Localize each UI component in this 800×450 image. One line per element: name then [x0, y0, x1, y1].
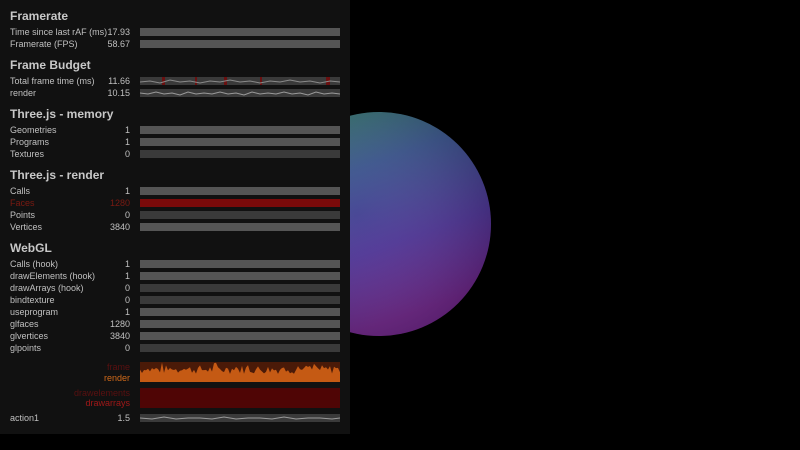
stat-label: Textures [10, 149, 45, 159]
graph-label-render: render [103, 373, 130, 383]
render-graph [140, 362, 340, 382]
stat-bar [140, 223, 340, 231]
stat-bar [140, 284, 340, 292]
stat-label: Programs [10, 137, 50, 147]
stat-value: 1 [124, 125, 130, 135]
stat-label: action1 [10, 413, 40, 423]
stat-bar [140, 150, 340, 158]
stats-panel: Framerate Time since last rAF (ms) 17.93… [0, 0, 350, 434]
stat-bar [140, 40, 340, 48]
graph-label-frame: frame [106, 362, 130, 372]
stat-row-programs: Programs 1 [0, 136, 350, 148]
stat-row-useprogram: useprogram 1 [0, 306, 350, 318]
stat-label: bindtexture [10, 295, 55, 305]
stat-value: 0 [124, 149, 130, 159]
section-title-render: Three.js - render [10, 168, 105, 182]
frame-time-sparkline [140, 77, 340, 85]
stat-value: 11.66 [108, 76, 130, 86]
stat-bar [140, 344, 340, 352]
section-title-webgl: WebGL [10, 241, 52, 255]
stat-value: 0 [124, 295, 130, 305]
stat-value: 0 [124, 343, 130, 353]
stat-value: 0 [124, 210, 130, 220]
stat-bar [140, 211, 340, 219]
stat-label: render [10, 88, 37, 98]
section-title-frame-budget: Frame Budget [10, 58, 91, 72]
stat-row-fps: Framerate (FPS) 58.67 [0, 38, 350, 50]
stat-bar [140, 332, 340, 340]
stat-value: 3840 [109, 222, 130, 232]
stat-label: Points [10, 210, 36, 220]
graph-label-drawarrays: drawarrays [85, 398, 130, 408]
stat-label: glpoints [10, 343, 42, 353]
stat-row-calls-hook: Calls (hook) 1 [0, 258, 350, 270]
stat-row-drawarrays-hook: drawArrays (hook) 0 [0, 282, 350, 294]
stat-value: 17.93 [107, 27, 130, 37]
stat-row-points: Points 0 [0, 209, 350, 221]
stat-row-drawelements-hook: drawElements (hook) 1 [0, 270, 350, 282]
stat-label: drawArrays (hook) [10, 283, 84, 293]
stat-value: 3840 [109, 331, 130, 341]
stat-label: Total frame time (ms) [10, 76, 95, 86]
stat-bar [140, 260, 340, 268]
stat-row-vertices: Vertices 3840 [0, 221, 350, 233]
stat-row-raf-time: Time since last rAF (ms) 17.93 [0, 26, 350, 38]
stat-value: 1.5 [117, 413, 130, 423]
stat-label: Framerate (FPS) [10, 39, 78, 49]
stat-value: 10.15 [107, 88, 130, 98]
stat-row-faces: Faces 1280 [0, 197, 350, 209]
stat-row-render-time: render 10.15 [0, 87, 350, 99]
stat-bar [140, 187, 340, 195]
stat-row-calls: Calls 1 [0, 185, 350, 197]
stat-label: glvertices [10, 331, 49, 341]
stat-value: 1 [124, 186, 130, 196]
stat-bar [140, 296, 340, 304]
stat-row-glfaces: glfaces 1280 [0, 318, 350, 330]
stat-bar [140, 138, 340, 146]
stat-row-glvertices: glvertices 3840 [0, 330, 350, 342]
stat-row-textures: Textures 0 [0, 148, 350, 160]
stat-value: 0 [124, 283, 130, 293]
stat-label: Calls [10, 186, 31, 196]
stat-label: Vertices [10, 222, 43, 232]
stat-value: 1 [124, 259, 130, 269]
stat-row-glpoints: glpoints 0 [0, 342, 350, 354]
stat-value: 58.67 [107, 39, 130, 49]
stat-label: Geometries [10, 125, 57, 135]
section-title-memory: Three.js - memory [10, 107, 114, 121]
stat-row-total-frame-time: Total frame time (ms) 11.66 [0, 75, 350, 87]
stat-row-action1: action1 1.5 [0, 412, 350, 424]
stat-label: useprogram [10, 307, 59, 317]
stat-bar [140, 28, 340, 36]
render-time-sparkline [140, 89, 340, 97]
stat-bar [140, 308, 340, 316]
stat-value: 1 [124, 137, 130, 147]
stat-value: 1280 [109, 319, 130, 329]
stat-label: drawElements (hook) [10, 271, 96, 281]
drawarrays-graph [140, 388, 340, 408]
stat-row-geometries: Geometries 1 [0, 124, 350, 136]
stat-value: 1 [124, 307, 130, 317]
stat-row-bindtexture: bindtexture 0 [0, 294, 350, 306]
stat-label: Calls (hook) [10, 259, 59, 269]
stat-bar [140, 126, 340, 134]
stat-value: 1 [124, 271, 130, 281]
action-sparkline [140, 414, 340, 422]
stat-label: Faces [10, 198, 35, 208]
stat-label: Time since last rAF (ms) [10, 27, 108, 37]
section-title-framerate: Framerate [10, 9, 69, 23]
stat-bar-highlighted [140, 199, 340, 207]
stat-label: glfaces [10, 319, 39, 329]
stat-bar [140, 272, 340, 280]
stat-bar [140, 320, 340, 328]
stat-value: 1280 [109, 198, 130, 208]
